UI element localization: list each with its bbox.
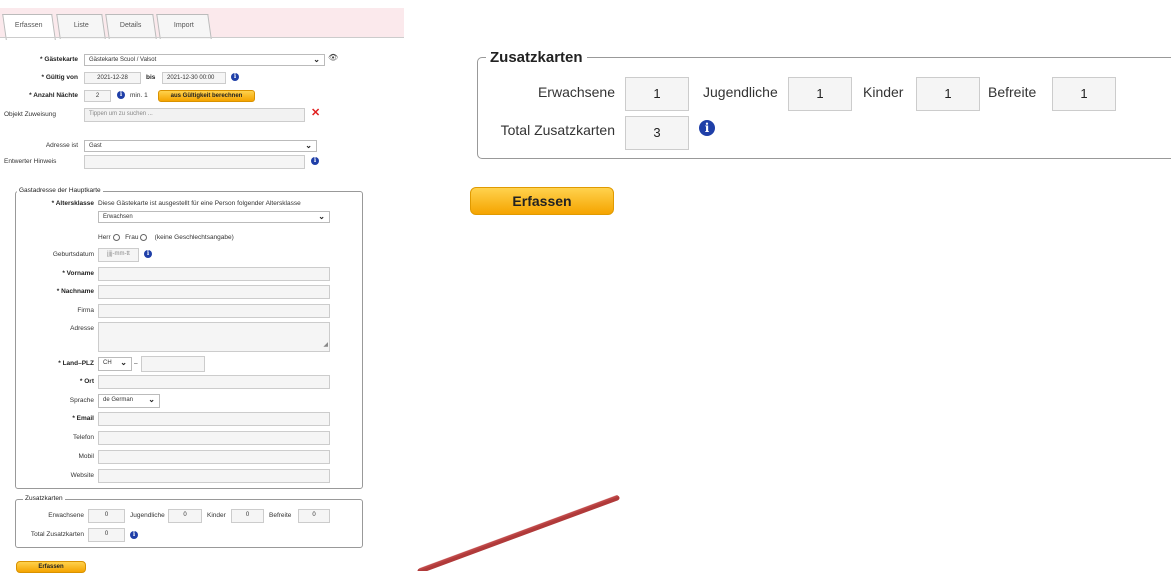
annotation-arrow (417, 495, 620, 571)
